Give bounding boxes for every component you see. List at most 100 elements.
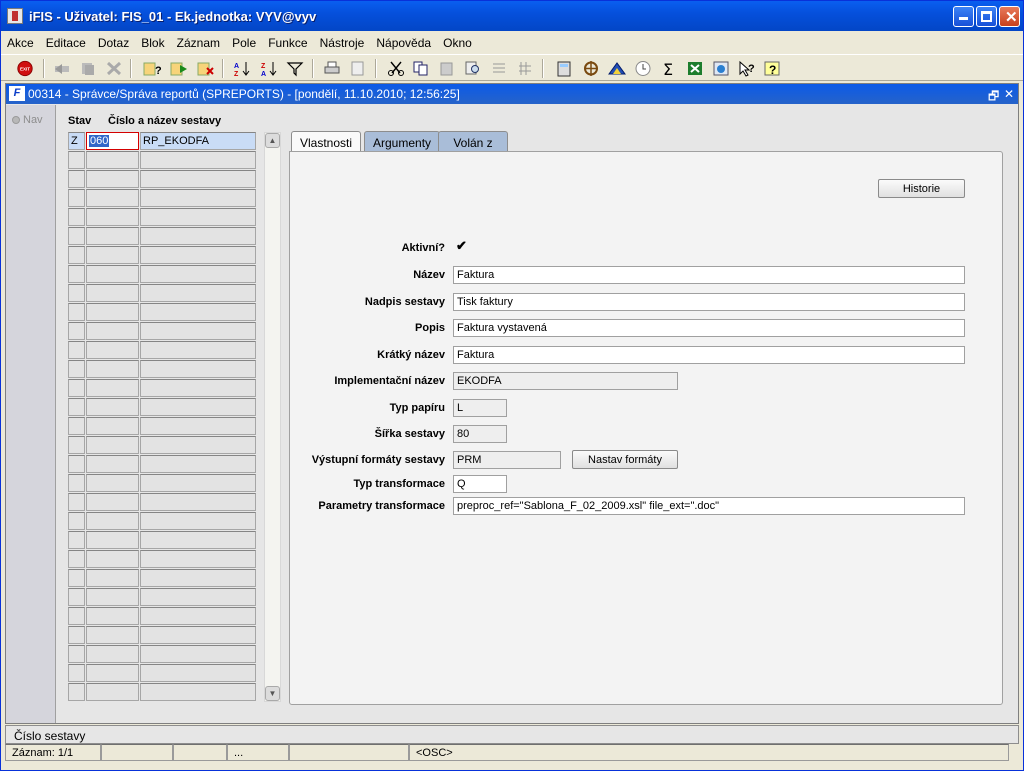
table-cell[interactable] <box>68 360 85 378</box>
table-cell[interactable] <box>86 303 139 321</box>
table-cell[interactable] <box>68 303 85 321</box>
menu-editace[interactable]: Editace <box>40 32 89 50</box>
table-row[interactable] <box>68 626 258 645</box>
table-row[interactable] <box>68 303 258 322</box>
table-cell[interactable] <box>68 227 85 245</box>
table-cell[interactable] <box>68 189 85 207</box>
paste-icon[interactable] <box>438 60 456 77</box>
menu-nastroje[interactable]: Nástroje <box>314 32 368 50</box>
table-cell[interactable] <box>86 512 139 530</box>
table-cell[interactable] <box>86 284 139 302</box>
table-cell[interactable] <box>86 208 139 226</box>
table-cell[interactable] <box>140 455 256 473</box>
close-button[interactable]: ✕ <box>999 6 1020 27</box>
table-row[interactable] <box>68 493 258 512</box>
table-cell[interactable] <box>86 398 139 416</box>
vystupni-formaty-field[interactable]: PRM <box>453 451 561 469</box>
table-cell[interactable] <box>68 664 85 682</box>
row-stav-cell[interactable]: Z <box>68 132 85 150</box>
table-cell[interactable] <box>68 379 85 397</box>
form-close-icon[interactable]: ✕ <box>1004 87 1014 101</box>
table-cell[interactable] <box>86 436 139 454</box>
sort-ascending-icon[interactable]: AZ <box>233 60 251 78</box>
nav-toggle[interactable]: Nav <box>12 114 43 126</box>
table-cell[interactable] <box>68 531 85 549</box>
query-icon[interactable]: ? <box>143 60 162 77</box>
web-icon[interactable] <box>712 60 730 77</box>
table-cell[interactable] <box>68 493 85 511</box>
table-cell[interactable] <box>140 265 256 283</box>
table-cell[interactable] <box>140 569 256 587</box>
table-cell[interactable] <box>86 246 139 264</box>
table-cell[interactable] <box>86 645 139 663</box>
context-help-icon[interactable]: ? <box>738 60 756 77</box>
table-row[interactable] <box>68 550 258 569</box>
table-cell[interactable] <box>140 398 256 416</box>
table-cell[interactable] <box>86 417 139 435</box>
copy-record-icon[interactable] <box>79 60 97 77</box>
table-cell[interactable] <box>68 645 85 663</box>
table-cell[interactable] <box>86 360 139 378</box>
form-title-bar[interactable]: F 00314 - Správce/Správa reportů (SPREPO… <box>6 84 1018 104</box>
tab-argumenty[interactable]: Argumenty <box>364 131 441 152</box>
execute-query-icon[interactable] <box>170 60 188 77</box>
table-cell[interactable] <box>86 227 139 245</box>
menu-pole[interactable]: Pole <box>226 32 259 50</box>
table-row[interactable] <box>68 531 258 550</box>
table-cell[interactable] <box>86 322 139 340</box>
minimize-button[interactable] <box>953 6 974 27</box>
table-cell[interactable] <box>140 417 256 435</box>
table-row[interactable] <box>68 455 258 474</box>
table-row[interactable] <box>68 379 258 398</box>
aktivni-checkbox[interactable]: ✔ <box>456 239 469 253</box>
table-row[interactable] <box>68 341 258 360</box>
search-replace-icon[interactable] <box>464 60 482 77</box>
maximize-button[interactable] <box>976 6 997 27</box>
popis-field[interactable]: Faktura vystavená <box>453 319 965 337</box>
menu-blok[interactable]: Blok <box>135 32 167 50</box>
triangle-tool-icon[interactable] <box>608 60 626 77</box>
table-cell[interactable] <box>68 550 85 568</box>
table-cell[interactable] <box>68 455 85 473</box>
table-row[interactable] <box>68 284 258 303</box>
sort-descending-icon[interactable]: ZA <box>260 60 278 78</box>
table-cell[interactable] <box>86 531 139 549</box>
table-row[interactable] <box>68 322 258 341</box>
tab-vlastnosti[interactable]: Vlastnosti <box>291 131 362 152</box>
nastav-formaty-button[interactable]: Nastav formáty <box>572 450 678 469</box>
cut-icon[interactable] <box>387 60 405 77</box>
typ-transformace-field[interactable]: Q <box>453 475 507 493</box>
table-cell[interactable] <box>68 341 85 359</box>
table-cell[interactable] <box>86 379 139 397</box>
table-row[interactable] <box>68 645 258 664</box>
list-scrollbar[interactable]: ▲ ▼ <box>264 132 281 702</box>
table-cell[interactable] <box>86 569 139 587</box>
table-row[interactable] <box>68 246 258 265</box>
table-row-selected[interactable]: Z 060 RP_EKODFA <box>68 132 258 151</box>
table-cell[interactable] <box>140 227 256 245</box>
implementacni-nazev-field[interactable]: EKODFA <box>453 372 678 390</box>
table-cell[interactable] <box>140 341 256 359</box>
menu-funkce[interactable]: Funkce <box>262 32 310 50</box>
restore-icon[interactable]: 🗗 <box>988 87 999 108</box>
menu-dotaz[interactable]: Dotaz <box>92 32 132 50</box>
table-row[interactable] <box>68 208 258 227</box>
row-cislo-cell[interactable]: 060 <box>86 132 139 150</box>
scroll-down-icon[interactable]: ▼ <box>265 686 280 701</box>
historie-button[interactable]: Historie <box>878 179 965 198</box>
table-cell[interactable] <box>140 189 256 207</box>
table-cell[interactable] <box>140 151 256 169</box>
table-cell[interactable] <box>86 588 139 606</box>
table-cell[interactable] <box>140 284 256 302</box>
table-row[interactable] <box>68 436 258 455</box>
table-cell[interactable] <box>68 588 85 606</box>
scroll-up-icon[interactable]: ▲ <box>265 133 280 148</box>
menu-napoveda[interactable]: Nápověda <box>370 32 434 50</box>
table-cell[interactable] <box>68 246 85 264</box>
table-cell[interactable] <box>86 683 139 701</box>
table-cell[interactable] <box>68 208 85 226</box>
table-cell[interactable] <box>86 493 139 511</box>
table-row[interactable] <box>68 683 258 702</box>
table-cell[interactable] <box>68 284 85 302</box>
table-cell[interactable] <box>68 170 85 188</box>
